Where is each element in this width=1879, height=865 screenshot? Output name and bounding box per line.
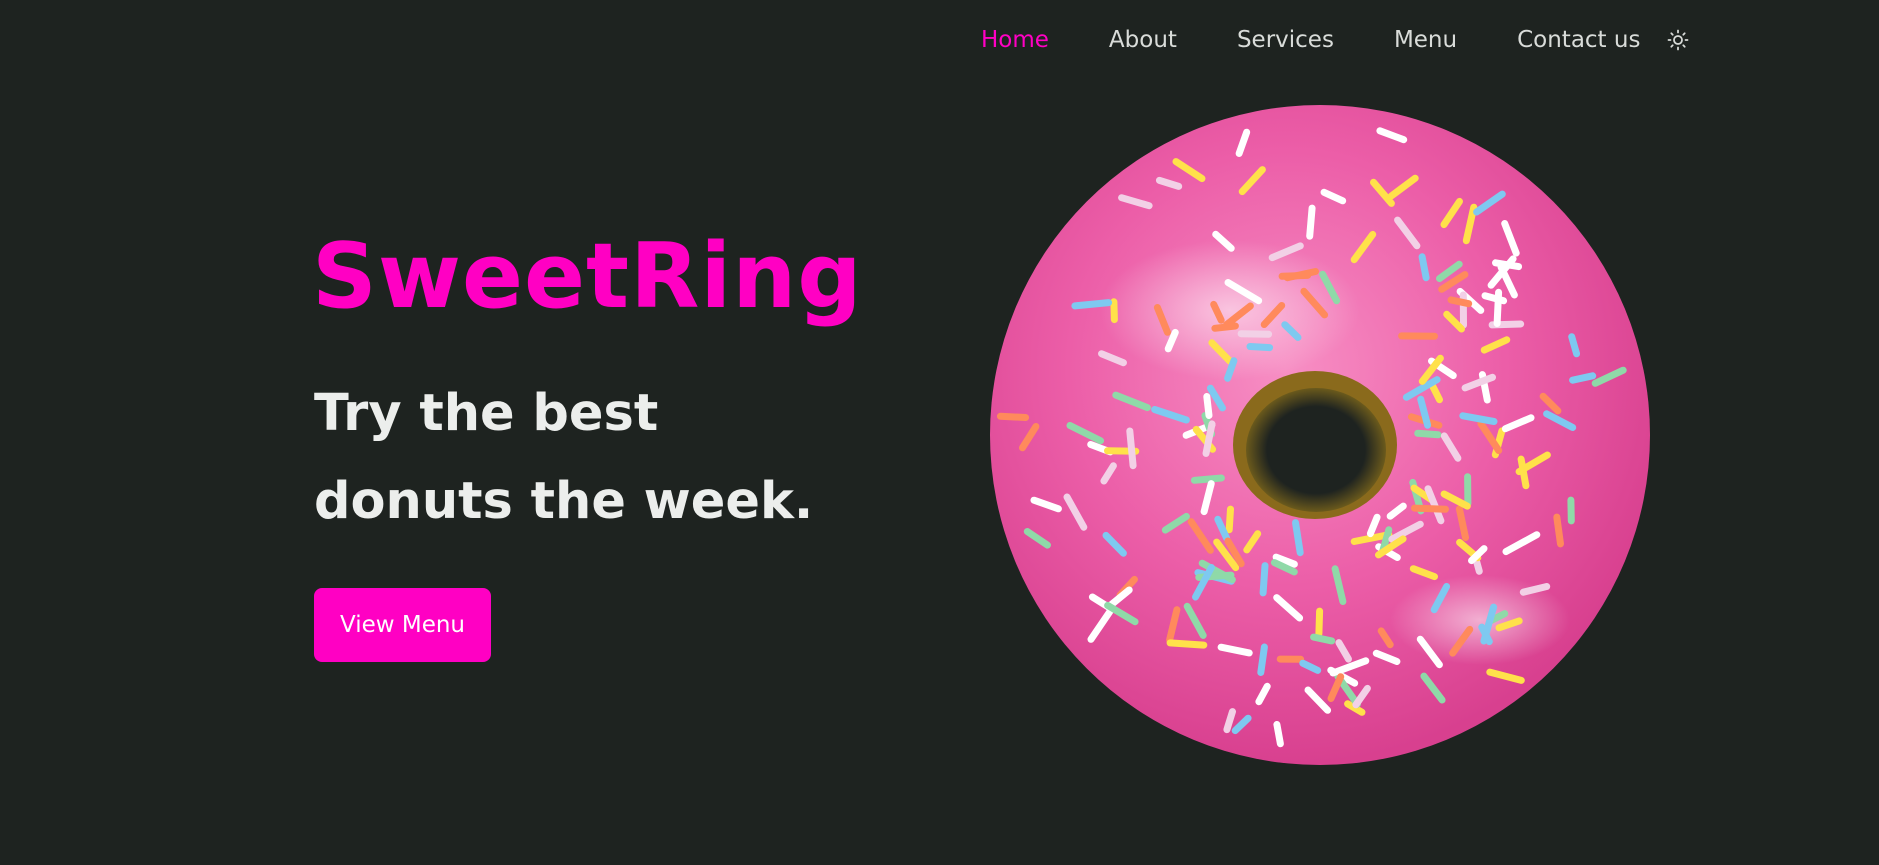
landing-page: Home About Services Menu Contact us Swee… <box>0 0 1879 865</box>
view-menu-button[interactable]: View Menu <box>314 588 491 662</box>
sprinkle <box>1447 296 1473 308</box>
sprinkle <box>1126 427 1137 470</box>
sprinkle <box>1225 505 1234 534</box>
sprinkle <box>1414 429 1442 439</box>
sprinkle <box>1569 372 1597 384</box>
sprinkle <box>1493 288 1503 327</box>
nav-link-services[interactable]: Services <box>1237 27 1334 53</box>
main-nav: Home About Services Menu Contact us <box>981 24 1690 56</box>
sprinkle <box>1310 633 1336 645</box>
sprinkle <box>1292 519 1304 557</box>
sprinkle <box>1553 513 1564 548</box>
sprinkle <box>1071 299 1113 310</box>
sprinkle <box>1306 204 1316 240</box>
nav-link-menu[interactable]: Menu <box>1394 27 1457 53</box>
nav-link-about[interactable]: About <box>1109 27 1177 53</box>
sprinkle <box>1211 322 1239 332</box>
sprinkle <box>1259 562 1269 597</box>
brand-title: SweetRing <box>312 224 863 329</box>
sprinkle <box>1246 343 1274 352</box>
sprinkle <box>1411 504 1449 513</box>
sprinkle <box>1110 298 1118 324</box>
sprinkle <box>1568 333 1581 358</box>
sprinkle <box>1418 253 1430 282</box>
nav-link-home[interactable]: Home <box>981 27 1049 53</box>
theme-toggle-button[interactable] <box>1666 28 1690 52</box>
sprinkle <box>1517 455 1530 490</box>
sprinkle <box>1203 393 1213 419</box>
sprinkle <box>1190 474 1225 484</box>
hero-tagline: Try the best donuts the week. <box>314 384 814 531</box>
pink-donut-illustration <box>990 105 1650 765</box>
sprinkle <box>1273 721 1284 748</box>
sprinkle <box>1315 607 1324 638</box>
sprinkle <box>996 412 1030 421</box>
sprinkle <box>1278 271 1312 280</box>
sprinkle <box>1237 330 1273 338</box>
sprinkle <box>1166 639 1208 649</box>
sun-icon <box>1668 29 1689 51</box>
nav-link-contact[interactable]: Contact us <box>1517 27 1640 53</box>
sprinkle <box>1257 643 1268 676</box>
